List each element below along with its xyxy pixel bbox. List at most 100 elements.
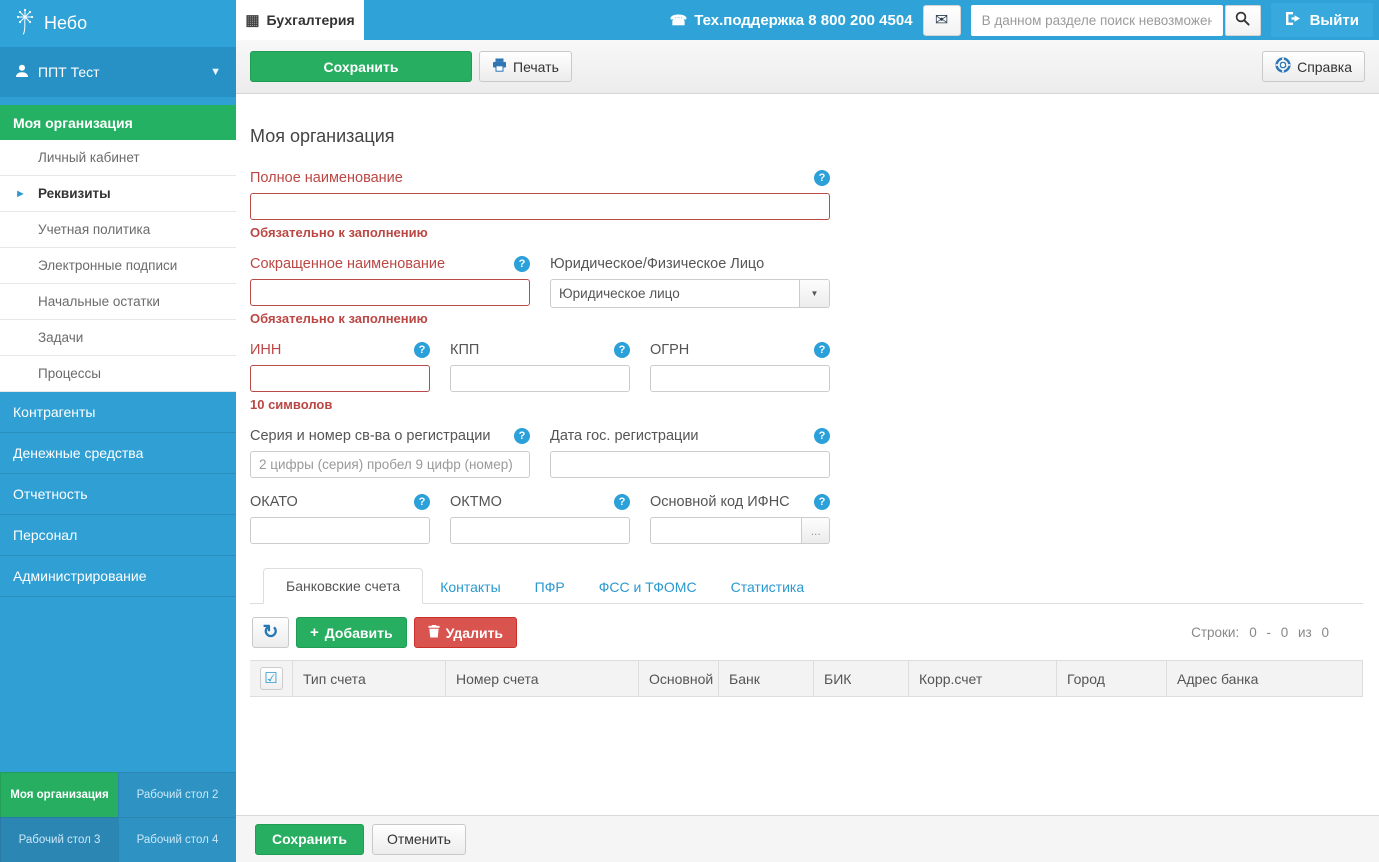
- sidebar-item-electronic-signatures[interactable]: Электронные подписи: [0, 248, 236, 284]
- column-header-corr-account[interactable]: Корр.счет: [908, 661, 1056, 696]
- search-input[interactable]: [971, 5, 1223, 36]
- column-header-bik[interactable]: БИК: [813, 661, 908, 696]
- kpp-label: КПП: [450, 342, 479, 358]
- desktop-tab-label: Рабочий стол 4: [137, 834, 219, 846]
- okato-input[interactable]: [250, 517, 430, 544]
- tab-label: Статистика: [731, 579, 805, 595]
- tab-pfr[interactable]: ПФР: [518, 570, 582, 604]
- sidebar-item-money[interactable]: Денежные средства: [0, 433, 236, 474]
- sidebar-item-label: Электронные подписи: [38, 258, 177, 273]
- column-header-bank[interactable]: Банк: [718, 661, 813, 696]
- nebo-logo[interactable]: Небо: [0, 0, 236, 47]
- save-button[interactable]: Сохранить: [250, 51, 472, 82]
- save-button-bottom[interactable]: Сохранить: [255, 824, 364, 855]
- sidebar-item-counterparties[interactable]: Контрагенты: [0, 392, 236, 433]
- help-icon[interactable]: ?: [614, 342, 630, 358]
- tab-contacts[interactable]: Контакты: [423, 570, 517, 604]
- tab-bank-accounts[interactable]: Банковские счета: [263, 568, 423, 604]
- form-content: Моя организация Полное наименование ? Об…: [236, 94, 1379, 815]
- field-oktmo: ОКТМО ?: [450, 493, 630, 544]
- field-entity-type: Юридическое/Физическое Лицо Юридическое …: [550, 255, 830, 308]
- help-icon[interactable]: ?: [814, 494, 830, 510]
- column-header-account-type[interactable]: Тип счета: [292, 661, 445, 696]
- column-header-account-number[interactable]: Номер счета: [445, 661, 638, 696]
- ifns-input[interactable]: [650, 517, 802, 544]
- sidebar-item-label: Учетная политика: [38, 222, 150, 237]
- sidebar-item-personnel[interactable]: Персонал: [0, 515, 236, 556]
- field-kpp: КПП ?: [450, 341, 630, 392]
- column-header-city[interactable]: Город: [1056, 661, 1166, 696]
- okato-label: ОКАТО: [250, 494, 298, 510]
- help-icon[interactable]: ?: [414, 342, 430, 358]
- sidebar-item-processes[interactable]: Процессы: [0, 356, 236, 392]
- user-name: ППТ Тест: [38, 64, 100, 80]
- column-header-bank-address[interactable]: Адрес банка: [1166, 661, 1362, 696]
- sidebar-item-opening-balances[interactable]: Начальные остатки: [0, 284, 236, 320]
- delete-row-button[interactable]: Удалить: [414, 617, 517, 648]
- reg-cert-input[interactable]: [250, 451, 530, 478]
- ifns-label: Основной код ИФНС: [650, 494, 790, 510]
- help-icon[interactable]: ?: [814, 342, 830, 358]
- inn-label: ИНН: [250, 342, 281, 358]
- sidebar-item-administration[interactable]: Администрирование: [0, 556, 236, 597]
- active-item-arrow-icon: ►: [15, 188, 26, 200]
- help-label: Справка: [1297, 59, 1352, 75]
- my-organization-submenu: Личный кабинет ► Реквизиты Учетная полит…: [0, 140, 236, 392]
- sidebar-item-accounting-policy[interactable]: Учетная политика: [0, 212, 236, 248]
- column-header-primary[interactable]: Основной: [638, 661, 718, 696]
- desktop-tab-4[interactable]: Рабочий стол 4: [118, 817, 236, 862]
- user-menu[interactable]: ППТ Тест ▼: [0, 47, 236, 97]
- help-icon[interactable]: ?: [414, 494, 430, 510]
- desktop-tab-label: Моя организация: [10, 789, 108, 801]
- desktop-tab-3[interactable]: Рабочий стол 3: [0, 817, 118, 862]
- help-icon[interactable]: ?: [814, 428, 830, 444]
- help-icon[interactable]: ?: [514, 256, 530, 272]
- reg-cert-label: Серия и номер св-ва о регистрации: [250, 428, 490, 444]
- help-button[interactable]: Справка: [1262, 51, 1365, 82]
- field-short-name: Сокращенное наименование ? Обязательно к…: [250, 255, 530, 326]
- support-phone: ☎ Тех.поддержка 8 800 200 4504: [670, 12, 913, 29]
- kpp-input[interactable]: [450, 365, 630, 392]
- sidebar-item-requisites[interactable]: ► Реквизиты: [0, 176, 236, 212]
- desktop-tab-my-organization[interactable]: Моя организация: [0, 772, 118, 817]
- desktop-tab-2[interactable]: Рабочий стол 2: [118, 772, 236, 817]
- help-icon[interactable]: ?: [514, 428, 530, 444]
- ifns-browse-button[interactable]: ...: [802, 517, 830, 544]
- logout-button[interactable]: Выйти: [1271, 3, 1373, 37]
- inn-input[interactable]: [250, 365, 430, 392]
- add-row-button[interactable]: + Добавить: [296, 617, 407, 648]
- life-ring-icon: [1275, 57, 1291, 76]
- app-window: Небо ППТ Тест ▼ Моя организация Личный к…: [0, 0, 1379, 862]
- sidebar-item-label: Процессы: [38, 366, 101, 381]
- calculator-icon: ▦: [245, 13, 259, 28]
- search-button[interactable]: [1225, 5, 1261, 36]
- messages-button[interactable]: ✉: [923, 5, 961, 36]
- full-name-input[interactable]: [250, 193, 830, 220]
- field-reg-cert: Серия и номер св-ва о регистрации ?: [250, 427, 530, 478]
- sidebar-item-personal-cabinet[interactable]: Личный кабинет: [0, 140, 236, 176]
- tab-fss-tfoms[interactable]: ФСС и ТФОМС: [582, 570, 714, 604]
- sidebar-item-label: Контрагенты: [13, 404, 95, 420]
- field-reg-date: Дата гос. регистрации ?: [550, 427, 830, 478]
- print-label: Печать: [513, 59, 559, 75]
- sidebar-item-my-organization[interactable]: Моя организация: [0, 105, 236, 140]
- field-inn: ИНН ? 10 символов: [250, 341, 430, 412]
- help-icon[interactable]: ?: [814, 170, 830, 186]
- reg-date-input[interactable]: [550, 451, 830, 478]
- help-icon[interactable]: ?: [614, 494, 630, 510]
- sidebar-item-reporting[interactable]: Отчетность: [0, 474, 236, 515]
- cancel-button[interactable]: Отменить: [372, 824, 466, 855]
- entity-type-select[interactable]: Юридическое лицо ▼: [550, 279, 830, 308]
- ogrn-input[interactable]: [650, 365, 830, 392]
- search-icon: [1235, 11, 1250, 29]
- print-button[interactable]: Печать: [479, 51, 572, 82]
- tab-statistics[interactable]: Статистика: [714, 570, 822, 604]
- grid-toolbar: ↻ + Добавить Удалить Строки: 0 - 0 из 0: [250, 604, 1363, 660]
- refresh-button[interactable]: ↻: [252, 617, 289, 648]
- tab-accounting[interactable]: ▦ Бухгалтерия: [236, 0, 364, 40]
- select-all-checkbox[interactable]: ☑: [260, 667, 283, 690]
- short-name-input[interactable]: [250, 279, 530, 306]
- ogrn-label: ОГРН: [650, 342, 689, 358]
- sidebar-item-tasks[interactable]: Задачи: [0, 320, 236, 356]
- oktmo-input[interactable]: [450, 517, 630, 544]
